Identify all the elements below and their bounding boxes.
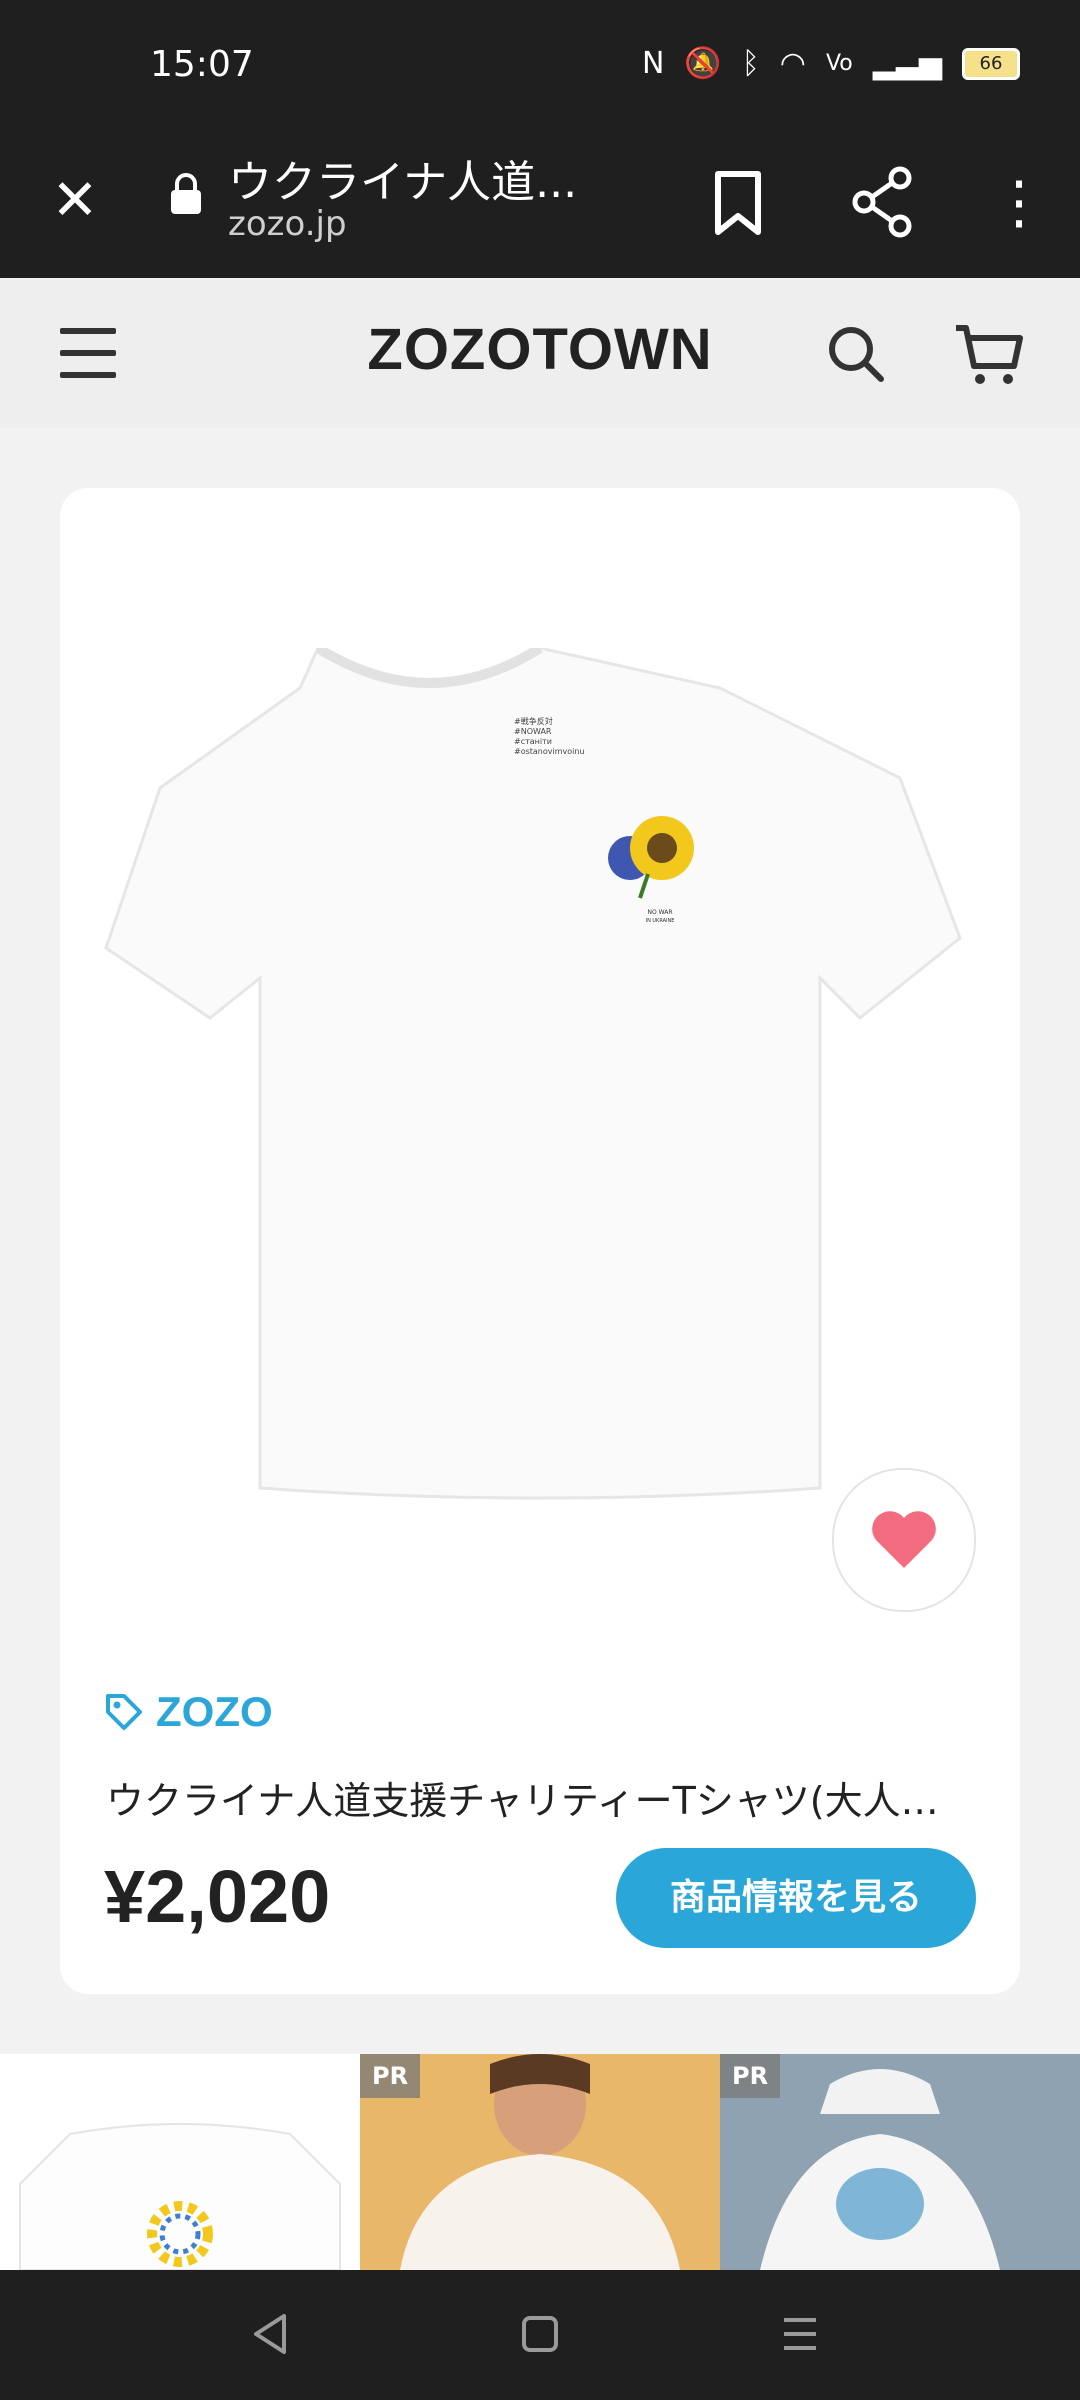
home-icon[interactable] [520,2312,560,2356]
share-icon[interactable] [850,166,914,238]
site-logo[interactable]: ZOZOTOWN [0,316,1080,383]
shirt-print-line: #станіти [514,737,552,746]
shirt-print-line: #NOWAR [514,727,552,736]
volte-icon: Vo [825,51,853,76]
recommendation-strip: PR PR [0,2054,1080,2270]
battery-icon: 66 [962,47,1020,80]
lock-icon [171,173,201,214]
tag-icon [106,1694,142,1730]
recommendation-item[interactable]: PR [360,2054,720,2270]
pr-badge: PR [720,2054,781,2098]
status-bar: 15:07 N 🔕 ᛒ ◠ Vo ▂▃▅ 66 [0,0,1080,136]
nfc-icon: N [641,46,665,81]
product-card[interactable]: #戦争反対 #NOWAR #станіти #ostanovimvoinu NO… [60,488,1020,1994]
recommendation-item[interactable]: PR [720,2054,1080,2270]
shirt-print-line: #ostanovimvoinu [514,747,585,756]
shirt-caption: NO WAR [648,909,673,916]
browser-toolbar: ✕ ウクライナ人道... zozo.jp ⋮ [0,136,1080,278]
pr-badge: PR [360,2054,421,2098]
heart-icon [872,1511,936,1568]
wifi-icon: ◠ [779,46,806,81]
status-icons: N 🔕 ᛒ ◠ Vo ▂▃▅ 66 [642,46,1020,81]
bluetooth-icon: ᛒ [741,46,760,81]
cart-icon[interactable] [954,322,1024,388]
recommendation-item[interactable] [0,2054,360,2270]
close-tab-button[interactable]: ✕ [40,166,110,236]
more-options-icon[interactable]: ⋮ [990,166,1048,238]
close-icon: ✕ [51,168,99,233]
search-icon[interactable] [826,324,886,384]
signal-icon: ▂▃▅ [872,46,942,81]
shirt-print-line: #戦争反対 [514,716,553,726]
favorite-button[interactable] [832,1468,976,1612]
page-title[interactable]: ウクライナ人道... [228,146,577,210]
brand-link[interactable]: ZOZO [104,1688,273,1736]
product-image[interactable]: #戦争反対 #NOWAR #станіти #ostanovimvoinu NO… [100,648,980,1508]
mute-icon: 🔕 [684,46,722,81]
back-icon[interactable] [250,2312,290,2356]
bookmark-icon[interactable] [710,168,766,238]
product-price: ¥2,020 [104,1855,331,1938]
product-title[interactable]: ウクライナ人道支援チャリティーTシャツ(大人… [106,1770,976,1825]
system-nav-bar [0,2270,1080,2400]
page-domain[interactable]: zozo.jp [228,204,347,244]
shirt-caption: IN UKRAINE [646,918,675,924]
thumb-image [19,2123,341,2270]
recent-apps-icon[interactable] [780,2314,820,2354]
site-header: ZOZOTOWN [0,280,1080,428]
brand-name[interactable]: ZOZO [156,1688,273,1736]
status-time: 15:07 [150,44,254,85]
view-details-button[interactable]: 商品情報を見る [616,1848,976,1948]
